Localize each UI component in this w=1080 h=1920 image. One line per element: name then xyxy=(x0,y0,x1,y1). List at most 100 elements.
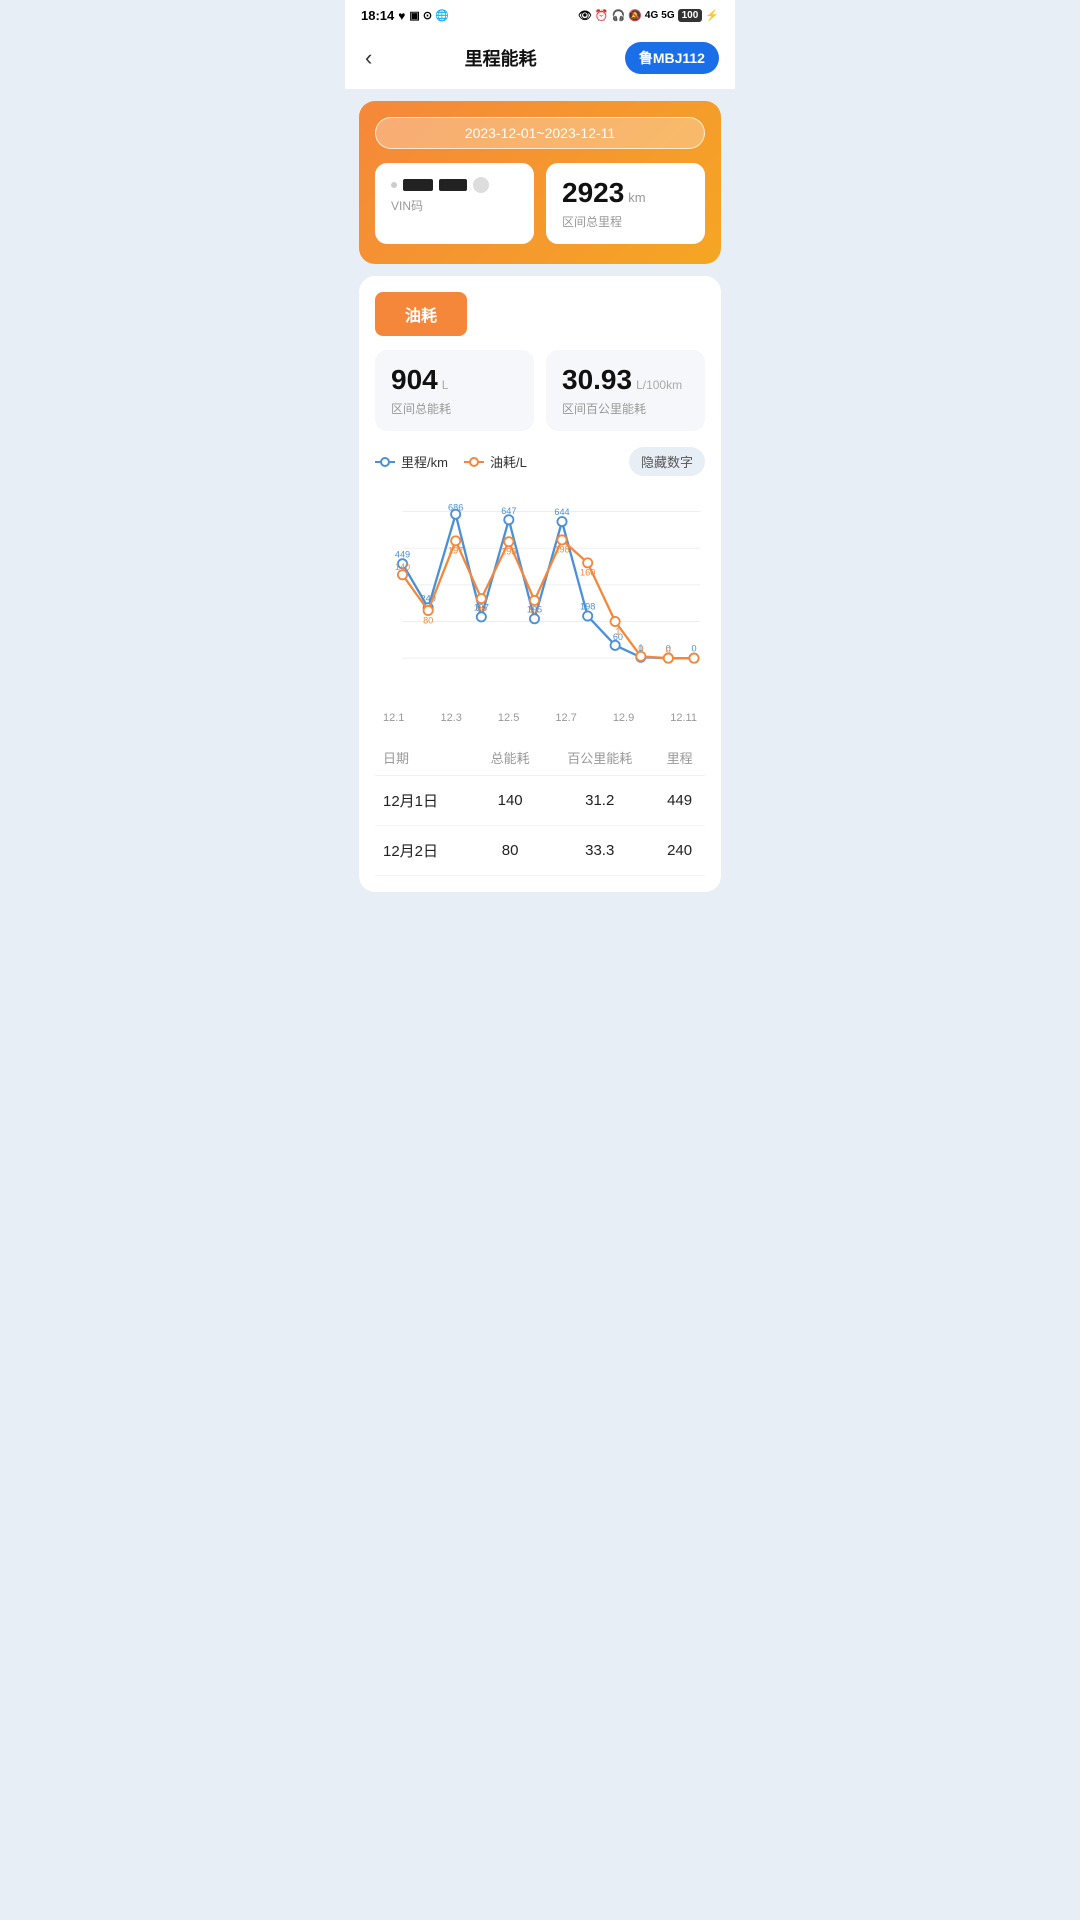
date-range-selector[interactable]: 2023-12-01~2023-12-11 xyxy=(375,117,705,149)
mileage-box: 2923 km 区间总里程 xyxy=(546,163,705,244)
hide-numbers-button[interactable]: 隐藏数字 xyxy=(629,447,705,476)
orange-label-8: 1 xyxy=(615,626,620,636)
vin-block2 xyxy=(439,179,467,191)
cell-date: 12月1日 xyxy=(375,776,475,826)
orange-label-6: 198 xyxy=(554,545,569,555)
plate-badge: 鲁MBJ112 xyxy=(625,42,719,74)
col-mileage: 里程 xyxy=(654,740,705,776)
per100km-box: 30.93 L/100km 区间百公里能耗 xyxy=(546,350,705,431)
x-label-3: 12.7 xyxy=(555,712,576,724)
orange-dot-8 xyxy=(611,617,620,626)
orange-label-7: 160 xyxy=(580,568,595,578)
x-axis-labels: 12.1 12.3 12.5 12.7 12.9 12.11 xyxy=(375,712,705,724)
blue-label-0: 449 xyxy=(395,549,410,559)
vin-box: VIN码 xyxy=(375,163,534,244)
blue-label-7: 198 xyxy=(580,602,595,612)
signal-4g: 4G xyxy=(645,10,658,21)
orange-dot-2 xyxy=(451,536,460,545)
mileage-value: 2923 km xyxy=(562,177,689,209)
blue-label-2: 686 xyxy=(448,503,463,513)
legend-mileage: 里程/km xyxy=(375,452,448,471)
orange-dot-4 xyxy=(504,537,513,546)
table-row: 12月1日 140 31.2 449 xyxy=(375,776,705,826)
main-content: 2023-12-01~2023-12-11 VIN码 2923 km 区间总里程 xyxy=(345,89,735,916)
vin-circle xyxy=(473,177,489,193)
vin-value-row xyxy=(391,177,518,193)
orange-label-0: 140 xyxy=(395,562,410,572)
app-icons: ▣ ⊙ 🌐 xyxy=(409,9,448,22)
cell-per100: 33.3 xyxy=(545,826,654,876)
blue-dot-4 xyxy=(504,515,513,524)
x-label-5: 12.11 xyxy=(670,712,697,724)
vin-label: VIN码 xyxy=(391,197,518,214)
x-label-1: 12.3 xyxy=(440,712,461,724)
orange-polyline xyxy=(403,540,695,658)
x-label-2: 12.5 xyxy=(498,712,519,724)
orange-label-1: 80 xyxy=(423,615,433,625)
orange-dot-6 xyxy=(557,535,566,544)
blue-line-icon xyxy=(375,461,395,463)
cell-total: 80 xyxy=(475,826,545,876)
blue-dot-icon xyxy=(380,457,390,467)
legend-fuel-label: 油耗/L xyxy=(490,452,527,471)
total-energy-unit: L xyxy=(442,378,449,392)
total-energy-box: 904 L 区间总能耗 xyxy=(375,350,534,431)
blue-dot-7 xyxy=(583,611,592,620)
per100km-label: 区间百公里能耗 xyxy=(562,400,689,417)
cell-mileage: 449 xyxy=(654,776,705,826)
blue-label-6: 644 xyxy=(554,507,569,517)
blue-label-11: 0 xyxy=(691,644,696,654)
cell-total: 140 xyxy=(475,776,545,826)
back-button[interactable]: ‹ xyxy=(361,41,376,75)
x-label-0: 12.1 xyxy=(383,712,404,724)
orange-dot-7 xyxy=(583,558,592,567)
legend-mileage-label: 里程/km xyxy=(401,452,448,471)
status-time-area: 18:14 ♥ ▣ ⊙ 🌐 xyxy=(361,8,449,23)
col-date: 日期 xyxy=(375,740,475,776)
col-per100: 百公里能耗 xyxy=(545,740,654,776)
orange-dot-5 xyxy=(530,596,539,605)
bell-icon: 🔕 xyxy=(628,9,642,22)
eye-icon: 👁 xyxy=(578,9,592,22)
chart-legend: 里程/km 油耗/L 隐藏数字 xyxy=(375,447,705,476)
blue-dot-6 xyxy=(557,517,566,526)
orange-dot-3 xyxy=(477,594,486,603)
x-label-4: 12.9 xyxy=(613,712,634,724)
blue-dot-5 xyxy=(530,614,539,623)
battery: 100 xyxy=(678,9,703,22)
cell-per100: 31.2 xyxy=(545,776,654,826)
info-row: VIN码 2923 km 区间总里程 xyxy=(375,163,705,244)
headphone-icon: 🎧 xyxy=(612,9,626,22)
fuel-tab[interactable]: 油耗 xyxy=(375,292,467,336)
orange-label-2: 197 xyxy=(448,546,463,556)
heart-icon: ♥ xyxy=(398,9,405,23)
orange-label-4: 195 xyxy=(501,547,516,557)
line-chart: 449 240 686 197 647 195 644 198 60 1 0 0 xyxy=(375,484,705,704)
charging-icon: ⚡ xyxy=(705,9,719,22)
date-stats-card: 2023-12-01~2023-12-11 VIN码 2923 km 区间总里程 xyxy=(359,101,721,264)
orange-label-9: 0 xyxy=(638,644,643,654)
per100km-value: 30.93 L/100km xyxy=(562,364,689,396)
alarm-icon: ⏰ xyxy=(595,9,609,22)
chart-svg: 449 240 686 197 647 195 644 198 60 1 0 0 xyxy=(375,484,705,704)
orange-dot-icon xyxy=(469,457,479,467)
time: 18:14 xyxy=(361,8,394,23)
blue-dot-3 xyxy=(477,612,486,621)
mileage-label: 区间总里程 xyxy=(562,213,689,230)
orange-label-10: 0 xyxy=(666,646,671,656)
energy-stats-row: 904 L 区间总能耗 30.93 L/100km 区间百公里能耗 xyxy=(375,350,705,431)
col-total: 总能耗 xyxy=(475,740,545,776)
orange-line-icon xyxy=(464,461,484,463)
status-right-icons: 👁 ⏰ 🎧 🔕 4G 5G 100 ⚡ xyxy=(578,9,719,22)
energy-card: 油耗 904 L 区间总能耗 30.93 L/100km 区间百公里能耗 xyxy=(359,276,721,892)
total-energy-value: 904 L xyxy=(391,364,518,396)
orange-dot-11 xyxy=(689,654,698,663)
blue-dot-8 xyxy=(611,641,620,650)
page-title: 里程能耗 xyxy=(465,45,537,71)
orange-dot-1 xyxy=(424,606,433,615)
orange-label-5: 97 xyxy=(529,605,539,615)
total-energy-label: 区间总能耗 xyxy=(391,400,518,417)
blue-label-4: 647 xyxy=(501,506,516,516)
legend-fuel: 油耗/L xyxy=(464,452,527,471)
vin-block1 xyxy=(403,179,433,191)
